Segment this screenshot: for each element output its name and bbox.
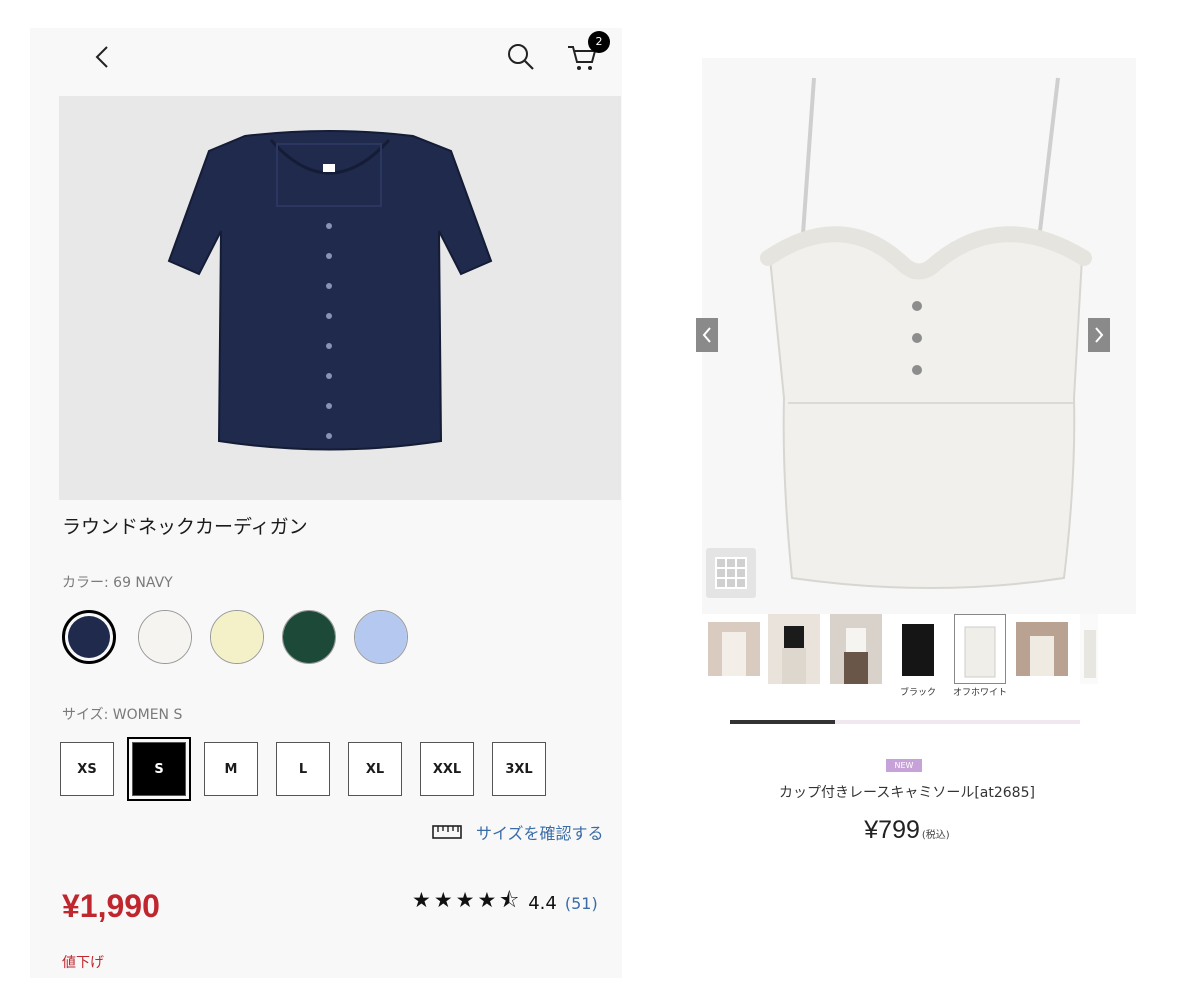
size-option-3xl[interactable]: 3XL: [492, 742, 546, 796]
cart-count-badge: 2: [588, 31, 610, 53]
thumbnail[interactable]: [768, 614, 820, 684]
chevron-right-icon: [1095, 327, 1104, 343]
back-chevron-icon[interactable]: [88, 42, 118, 72]
product-title: ラウンドネックカーディガン: [62, 516, 308, 538]
next-image-button[interactable]: [1088, 318, 1110, 352]
rating-stars: ★★★★⯪: [412, 888, 523, 912]
thumbnail[interactable]: [830, 614, 882, 684]
size-option-xxl[interactable]: XXL: [420, 742, 474, 796]
size-check-label: サイズを確認する: [476, 824, 604, 843]
thumbnail-strip: ブラック オフホワイト: [708, 614, 1108, 714]
size-option-s[interactable]: S: [127, 737, 191, 801]
grid-icon: [715, 557, 747, 589]
price-value: ¥799: [864, 816, 920, 844]
thumbnail[interactable]: [708, 622, 760, 676]
thumbnail[interactable]: [1016, 622, 1068, 676]
prev-image-button[interactable]: [696, 318, 718, 352]
price: ¥1,990: [62, 888, 160, 924]
rating-score: 4.4: [528, 893, 557, 914]
color-swatch-navy[interactable]: [62, 610, 116, 664]
color-label: カラー: 69 NAVY: [62, 575, 173, 591]
app-header: 2: [30, 28, 622, 94]
thumb-caption-black: ブラック: [899, 688, 936, 698]
thumbnail-scrollbar[interactable]: [730, 720, 1080, 724]
main-product-image: [702, 58, 1136, 614]
price-drop-label: 値下げ: [62, 955, 104, 971]
product-title: カップ付きレースキャミソール[at2685]: [779, 785, 1035, 801]
color-swatch-off-white[interactable]: [138, 610, 192, 664]
search-icon[interactable]: [506, 42, 536, 72]
thumbnail[interactable]: [892, 614, 944, 684]
shop-product-panel: ブラック オフホワイト NEW カップ付きレースキャミソール[at2685] ¥…: [662, 28, 1152, 858]
size-option-m[interactable]: M: [204, 742, 258, 796]
thumb-caption-offwhite: オフホワイト: [952, 688, 1007, 698]
new-badge: NEW: [886, 759, 922, 772]
color-swatch-green[interactable]: [282, 610, 336, 664]
price: ¥799 (税込): [662, 816, 1152, 845]
color-value: 69 NAVY: [113, 575, 173, 591]
uniqlo-product-panel: 2 ラウンドネックカーディガン カラー: 69 NAVY サイズ: WOMEN …: [30, 28, 622, 978]
product-image: [59, 96, 621, 500]
tax-label: (税込): [921, 830, 950, 841]
color-swatch-cream[interactable]: [210, 610, 264, 664]
grid-view-button[interactable]: [706, 548, 756, 598]
chevron-left-icon: [702, 327, 711, 343]
review-count-link[interactable]: (51): [565, 894, 598, 913]
thumbnail-selected[interactable]: [954, 614, 1006, 684]
size-option-xl[interactable]: XL: [348, 742, 402, 796]
size-label: サイズ: WOMEN S: [62, 707, 183, 723]
rating[interactable]: ★★★★⯪ 4.4 (51): [412, 886, 598, 921]
thumbnail-partial[interactable]: [1080, 614, 1098, 684]
size-option-xs[interactable]: XS: [60, 742, 114, 796]
ruler-icon: [432, 825, 462, 839]
size-check-link[interactable]: サイズを確認する: [432, 820, 604, 844]
size-value: WOMEN S: [112, 707, 183, 723]
size-option-l[interactable]: L: [276, 742, 330, 796]
color-swatch-light-blue[interactable]: [354, 610, 408, 664]
scrollbar-thumb[interactable]: [730, 720, 835, 724]
